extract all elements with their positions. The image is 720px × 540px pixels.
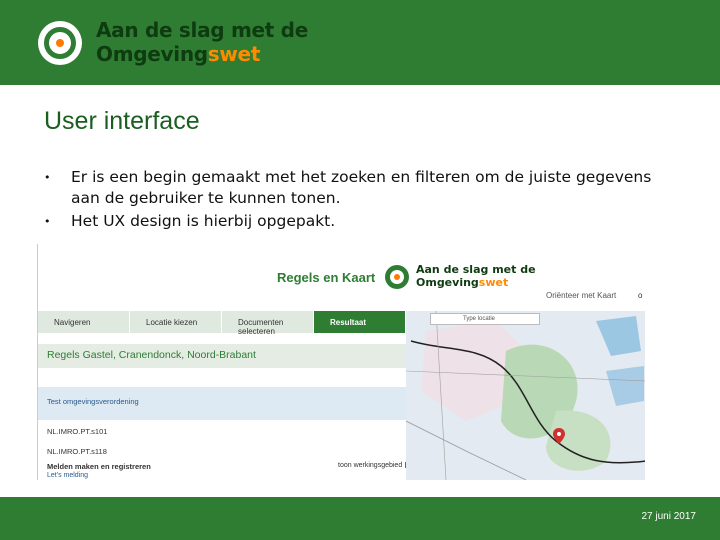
map-search-input[interactable]: Type locatie [430, 313, 540, 325]
brand-line-1: Aan de slag met de [96, 18, 308, 42]
slide-date: 27 juni 2017 [641, 511, 697, 522]
map-canvas[interactable] [406, 311, 645, 480]
orient-link[interactable]: Oriënteer met Kaart [546, 291, 616, 300]
toon-werkingsgebied-toggle[interactable]: toon werkingsgebied [338, 462, 412, 469]
result-title: Regels Gastel, Cranendonck, Noord-Braban… [38, 344, 406, 368]
slide-title: User interface [44, 107, 200, 135]
step-resultaat[interactable]: Resultaat [314, 311, 406, 333]
code-row[interactable]: NL.IMRO.PT.s101 [47, 427, 107, 436]
footer-label: Melden maken en registreren [47, 462, 151, 471]
mini-brand: Aan de slag met de Omgevingswet [416, 263, 536, 289]
step-documenten-selecteren[interactable]: Documenten selecteren [222, 311, 314, 336]
bullet-item: • Het UX design is hierbij opgepakt. [44, 212, 336, 230]
bullet-list: • Er is een begin gemaakt met het zoeken… [44, 167, 684, 234]
omgevingswet-logo-icon [38, 21, 82, 65]
app-name: Regels en Kaart [277, 270, 376, 285]
footer-band: 27 juni 2017 [0, 497, 720, 540]
app-header: Regels en Kaart Aan de slag met de Omgev… [38, 244, 645, 308]
document-row[interactable]: Test omgevingsverordening [38, 387, 406, 420]
app-screenshot: Regels en Kaart Aan de slag met de Omgev… [37, 244, 645, 480]
step-locatie-kiezen[interactable]: Locatie kiezen [130, 311, 222, 333]
orient-o-label: o [638, 291, 643, 300]
header-band: Aan de slag met de Omgevingswet [0, 0, 720, 85]
map-view[interactable] [406, 311, 645, 480]
brand-line-2: Omgevingswet [96, 42, 261, 66]
code-row[interactable]: NL.IMRO.PT.s118 [47, 447, 107, 456]
step-navigation: Navigeren Locatie kiezen Documenten sele… [38, 311, 406, 336]
bullet-dot-icon: • [44, 215, 51, 228]
mini-logo-icon [385, 265, 409, 289]
bullet-dot-icon: • [44, 171, 51, 184]
bullet-item: • Er is een begin gemaakt met het zoeken… [44, 168, 652, 207]
footer-link[interactable]: Let's melding [47, 472, 88, 479]
brand-title: Aan de slag met de Omgevingswet [96, 18, 308, 66]
step-navigeren[interactable]: Navigeren [38, 311, 130, 333]
